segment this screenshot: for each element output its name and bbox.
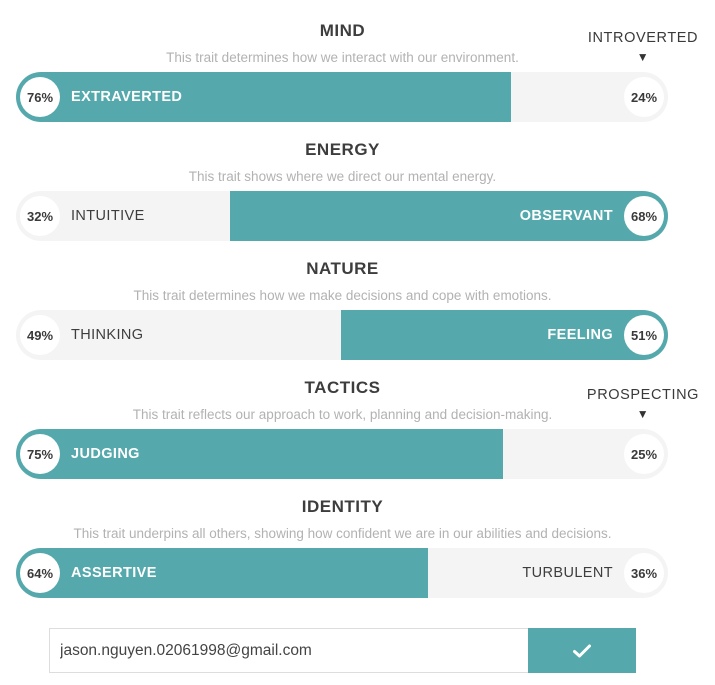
email-form (49, 628, 636, 673)
left-percent: 32% (20, 196, 60, 236)
checkmark-icon (573, 644, 591, 657)
left-percent: 64% (20, 553, 60, 593)
trait-description: This trait underpins all others, showing… (73, 526, 612, 541)
left-label: ASSERTIVE (71, 565, 157, 581)
right-percent: 25% (624, 434, 664, 474)
left-percent: 76% (20, 77, 60, 117)
right-label: TURBULENT (522, 565, 613, 581)
trait-title: IDENTITY (301, 497, 384, 516)
email-input[interactable] (49, 628, 528, 673)
trait-indicator: INTROVERTED ▼ (578, 30, 708, 64)
right-label: FEELING (547, 327, 613, 343)
left-percent: 75% (20, 434, 60, 474)
left-label: THINKING (71, 327, 144, 343)
trait-bar: 32% INTUITIVE OBSERVANT 68% (16, 191, 668, 241)
indicator-arrow-icon: ▼ (636, 407, 650, 421)
submit-button[interactable] (528, 628, 636, 673)
right-percent: 51% (624, 315, 664, 355)
indicator-label: PROSPECTING (586, 387, 700, 403)
indicator-label: INTROVERTED (587, 30, 699, 46)
left-percent: 49% (20, 315, 60, 355)
trait-bar: 76% EXTRAVERTED 24% (16, 72, 668, 122)
right-label: OBSERVANT (519, 208, 613, 224)
trait-bar-fill (341, 310, 668, 360)
trait-title: NATURE (306, 259, 379, 278)
indicator-arrow-icon: ▼ (636, 50, 650, 64)
left-label: INTUITIVE (71, 208, 145, 224)
trait-bar: 49% THINKING FEELING 51% (16, 310, 668, 360)
left-label: EXTRAVERTED (71, 89, 183, 105)
right-percent: 68% (624, 196, 664, 236)
left-label: JUDGING (71, 446, 140, 462)
trait-description: This trait determines how we make decisi… (133, 288, 552, 303)
trait-indicator: PROSPECTING ▼ (578, 387, 708, 421)
right-percent: 36% (624, 553, 664, 593)
right-percent: 24% (624, 77, 664, 117)
trait-bar: 75% JUDGING 25% (16, 429, 668, 479)
trait-bar: 64% ASSERTIVE TURBULENT 36% (16, 548, 668, 598)
trait-description: This trait shows where we direct our men… (188, 169, 497, 184)
trait-title: ENERGY (305, 140, 380, 159)
